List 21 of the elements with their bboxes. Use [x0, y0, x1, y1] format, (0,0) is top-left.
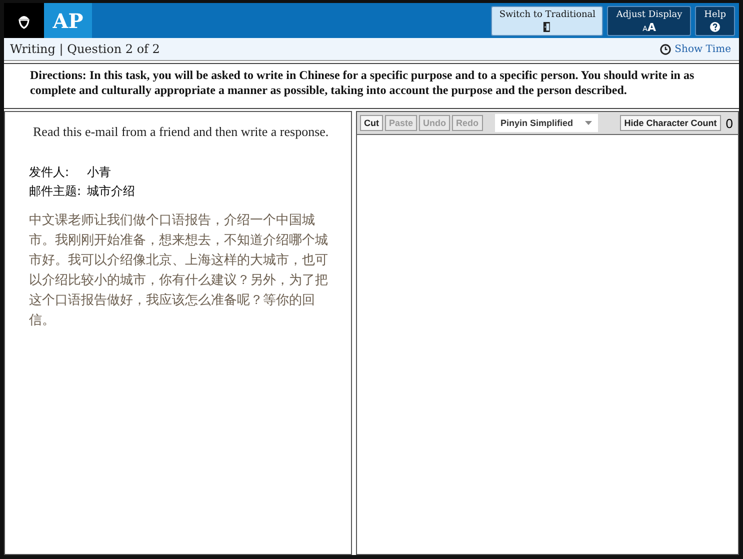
email-body: 中文课老师让我们做个口语报告，介绍一个中国城市。我刚刚开始准备，想来想去，不知道介绍哪个城市好。我可以介绍像北京、上海这样的大城市，也可以介绍比较小的城市，你有什么建议？另外，为了把这个口语报告做好，我应该怎么准备呢？等你的回信。 — [29, 211, 329, 329]
ap-logo: AP — [44, 3, 92, 38]
question-title: Writing | Question 2 of 2 — [10, 42, 160, 56]
answer-field[interactable] — [356, 134, 739, 555]
input-method-dropdown[interactable]: Pinyin Simplified — [494, 114, 598, 132]
help-button[interactable]: Help — [695, 6, 735, 36]
clock-icon — [660, 44, 671, 54]
email-field-label: 发件人: — [29, 164, 70, 181]
edit-button[interactable]: Cut — [360, 115, 383, 131]
email-field-value: 城市介绍 — [87, 183, 135, 200]
door-icon — [542, 22, 552, 32]
show-time-link[interactable]: Show Time — [660, 44, 731, 54]
hide-count-button[interactable]: Hide Character Count — [620, 115, 721, 131]
email-field-label: 邮件主题: — [29, 183, 82, 200]
email-field-value: 小青 — [87, 164, 111, 181]
switch-button[interactable]: Switch to Traditional — [491, 6, 604, 36]
character-count: 0 — [726, 116, 733, 130]
instruction-text: Read this e-mail from a friend and then write a response. — [33, 124, 330, 140]
help-icon — [708, 22, 722, 32]
directions-text: Directions: In this task, you will be asked to write in Chinese for a specific purpose and to a specific person. You should write in as complete and culturally appropriate a manner as possible, taking into account the purpose and the person described. — [30, 68, 696, 98]
caret-icon — [585, 121, 592, 125]
